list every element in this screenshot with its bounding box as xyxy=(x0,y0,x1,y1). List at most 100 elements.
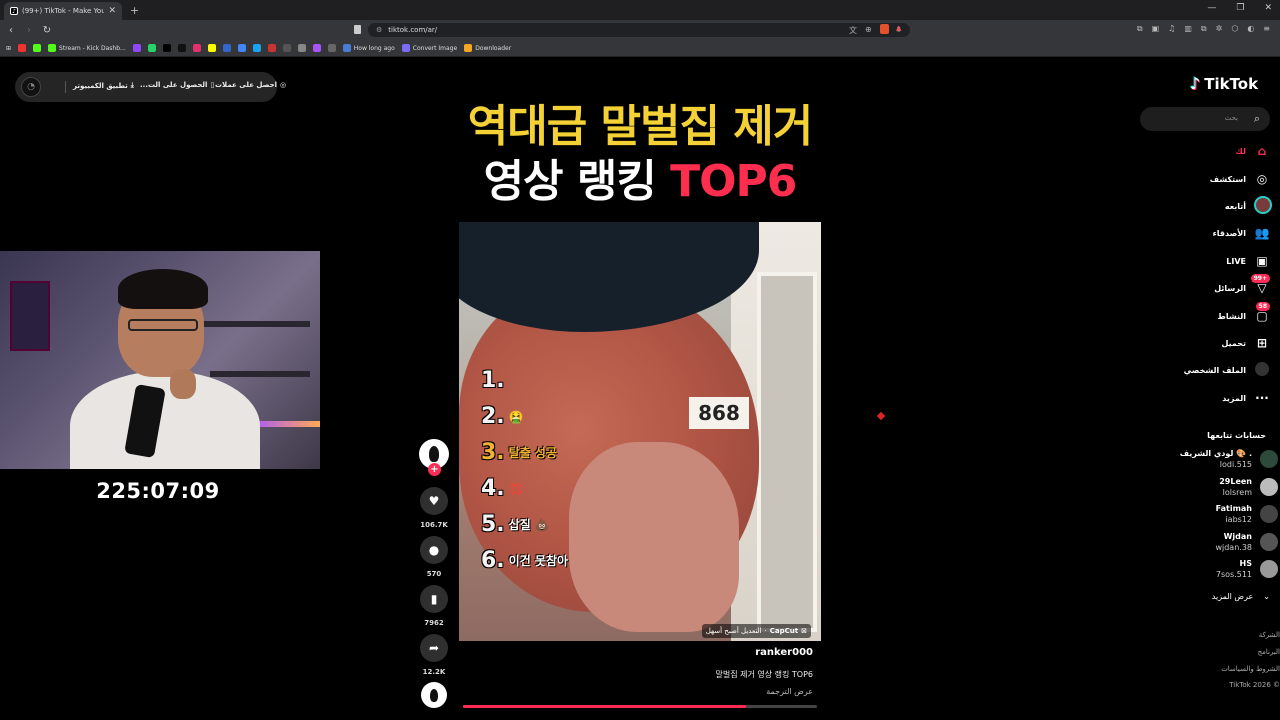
sidebar-item-following[interactable]: أتابعه xyxy=(1140,195,1272,217)
get-coins-link[interactable]: ◎ احصل على عملات xyxy=(215,81,286,89)
bookmark-item[interactable] xyxy=(33,44,42,52)
rank-emoji-icon: 💩 xyxy=(534,517,550,532)
see-translation-link[interactable]: عرض الترجمة xyxy=(459,687,813,696)
menu-icon[interactable]: ≡ xyxy=(1263,24,1270,34)
follow-button[interactable]: + xyxy=(428,463,441,476)
avatar xyxy=(1260,450,1278,468)
sidebar-item-label: تحميل xyxy=(1221,338,1246,348)
sidebar-item-friends[interactable]: الأصدقاء 👥 xyxy=(1140,222,1270,244)
minimize-icon[interactable]: — xyxy=(1207,3,1216,13)
get-app-link[interactable]: ▯ الحصول على الت... xyxy=(140,81,214,89)
video-player[interactable]: 868 1. 2. 🤮 3. 탈출 성공 4. 💢 5. 삽질 💩 6. 이건 못참아 التعديل… xyxy=(459,222,821,641)
search-icon[interactable]: ⌕ xyxy=(1254,112,1260,126)
account-handle: 7sos.511 xyxy=(1215,570,1252,579)
bookmark-item[interactable]: Stream - Kick Dashb... xyxy=(48,44,126,52)
close-tab-icon[interactable]: ✕ xyxy=(108,6,116,16)
sidebar-item-more[interactable]: المزيد ··· xyxy=(1140,387,1270,409)
desktop-app-link[interactable]: ⤓ تطبيق الكمبيوتر xyxy=(73,81,134,90)
new-tab-button[interactable]: + xyxy=(130,4,139,17)
bookmark-this-tab-icon[interactable] xyxy=(354,25,361,34)
close-window-icon[interactable]: ✕ xyxy=(1264,3,1272,13)
comment-button[interactable]: ● xyxy=(420,536,448,564)
bookmark-favicon-icon xyxy=(48,44,57,52)
media-icon[interactable]: ♫ xyxy=(1168,24,1175,34)
site-info-icon[interactable]: ⚙ xyxy=(376,26,382,34)
bookmark-item[interactable] xyxy=(267,44,276,52)
translate-icon[interactable]: 文 xyxy=(849,25,857,36)
address-bar-actions: 文 ⊕ ▭ ⇪ xyxy=(849,25,902,36)
capcut-watermark[interactable]: التعديل أصبح أسهل · CapCut ⊠ xyxy=(701,624,811,638)
bookmark-item[interactable] xyxy=(162,44,171,52)
bookmark-item[interactable] xyxy=(18,44,27,52)
footer-link[interactable]: الشروط والسياسات xyxy=(1221,665,1280,673)
brave-shields-icon[interactable] xyxy=(880,24,889,34)
tiktok-logo[interactable]: ♪ TikTok xyxy=(1190,74,1258,93)
sidebar-item-live[interactable]: LIVE ▣ xyxy=(1140,250,1270,272)
bookmark-item[interactable]: Downloader xyxy=(464,44,511,52)
brave-rewards-icon[interactable]: ▲ xyxy=(896,24,906,34)
sidebar-icon[interactable]: ▥ xyxy=(1184,24,1192,34)
like-button[interactable]: ♥ xyxy=(420,487,448,515)
footer-link[interactable]: الشركة xyxy=(1259,631,1280,639)
following-account[interactable]: لودي الشريف 🎨 . lodi.515 xyxy=(1150,447,1280,473)
bookmark-item[interactable] xyxy=(132,44,141,52)
rank-emoji-icon: 💢 xyxy=(508,481,524,496)
rank-number: 4. xyxy=(481,476,505,501)
maximize-icon[interactable]: ❐ xyxy=(1236,3,1244,13)
sidebar-item-label: أتابعه xyxy=(1224,201,1246,211)
browser-tab-tiktok[interactable]: ♪ (99+) TikTok - Make Your Day ✕ xyxy=(4,2,122,20)
zoom-icon[interactable]: ⊕ xyxy=(865,25,872,36)
address-bar[interactable]: ⚙ tiktok.com/ar/ 文 ⊕ ▭ ⇪ xyxy=(368,23,910,37)
sidebar-item-upload[interactable]: تحميل ⊞ xyxy=(1140,332,1270,354)
bookmark-item[interactable] xyxy=(312,44,321,52)
footer-link[interactable]: البرنامج xyxy=(1258,648,1280,656)
sidebar-item-explore[interactable]: استكشف ◎ xyxy=(1140,168,1270,190)
streamer-body xyxy=(70,371,260,469)
following-account[interactable]: 29Leen lolsrem xyxy=(1150,475,1280,501)
bookmark-favicon-icon xyxy=(464,44,473,52)
extension-icon[interactable]: ⧉ xyxy=(1137,24,1143,34)
following-accounts-title: حسابات تتابعها xyxy=(1207,431,1266,440)
sidebar-item-profile[interactable]: الملف الشخصي xyxy=(1140,359,1270,381)
sidebar-item-label: النشاط xyxy=(1217,311,1246,321)
sidebar-item-label: الرسائل xyxy=(1214,283,1246,293)
bookmark-item[interactable] xyxy=(327,44,336,52)
sidebar-item-activity[interactable]: النشاط ▢ 58 xyxy=(1140,302,1270,327)
bookmark-item[interactable] xyxy=(192,44,201,52)
bookmark-item[interactable] xyxy=(252,44,261,52)
bookmark-item[interactable] xyxy=(177,44,186,52)
following-account[interactable]: Fatimah iabs12 xyxy=(1150,502,1280,528)
extension-icon[interactable]: ⧉ xyxy=(1201,24,1207,34)
see-more-button[interactable]: عرض المزيد ⌄ xyxy=(1212,592,1270,601)
save-button[interactable]: ▮ xyxy=(420,585,448,613)
apps-grid-icon[interactable]: ⊞ xyxy=(6,45,11,52)
sidebar-item-foryou[interactable]: لك ⌂ xyxy=(1140,140,1270,162)
reload-icon[interactable]: ↻ xyxy=(40,25,54,36)
bookmark-item[interactable]: Convert Image xyxy=(401,44,457,52)
vpn-icon[interactable]: ⬡ xyxy=(1231,24,1238,34)
profile-avatar-icon[interactable]: ◐ xyxy=(1247,24,1254,34)
share-button[interactable]: ➦ xyxy=(420,634,448,662)
bookmark-item[interactable] xyxy=(222,44,231,52)
bookmark-item[interactable] xyxy=(207,44,216,52)
puzzle-icon[interactable]: ✲ xyxy=(1216,24,1223,34)
bookmark-favicon-icon xyxy=(162,44,171,52)
back-icon[interactable]: ‹ xyxy=(4,25,18,36)
bookmark-favicon-icon xyxy=(132,44,141,52)
extension-icon[interactable]: ▣ xyxy=(1152,24,1160,34)
bookmark-item[interactable] xyxy=(297,44,306,52)
forward-icon[interactable]: › xyxy=(22,25,36,36)
bookmark-item[interactable] xyxy=(237,44,246,52)
sidebar-item-messages[interactable]: الرسائل ▽ 99+ xyxy=(1140,274,1270,299)
following-account[interactable]: HS 7sos.511 xyxy=(1150,557,1280,583)
bookmark-item[interactable] xyxy=(282,44,291,52)
sound-avatar-icon xyxy=(430,688,438,702)
bookmark-item[interactable] xyxy=(147,44,156,52)
video-author[interactable]: ranker000 xyxy=(459,647,813,658)
avatar xyxy=(1260,477,1278,496)
video-progress-bar[interactable] xyxy=(463,705,817,708)
search-input[interactable]: بحث ⌕ xyxy=(1140,107,1270,131)
music-disc[interactable] xyxy=(421,682,447,708)
bookmark-item[interactable]: How long ago xyxy=(342,44,395,52)
following-account[interactable]: Wjdan wjdan.38 xyxy=(1150,530,1280,556)
